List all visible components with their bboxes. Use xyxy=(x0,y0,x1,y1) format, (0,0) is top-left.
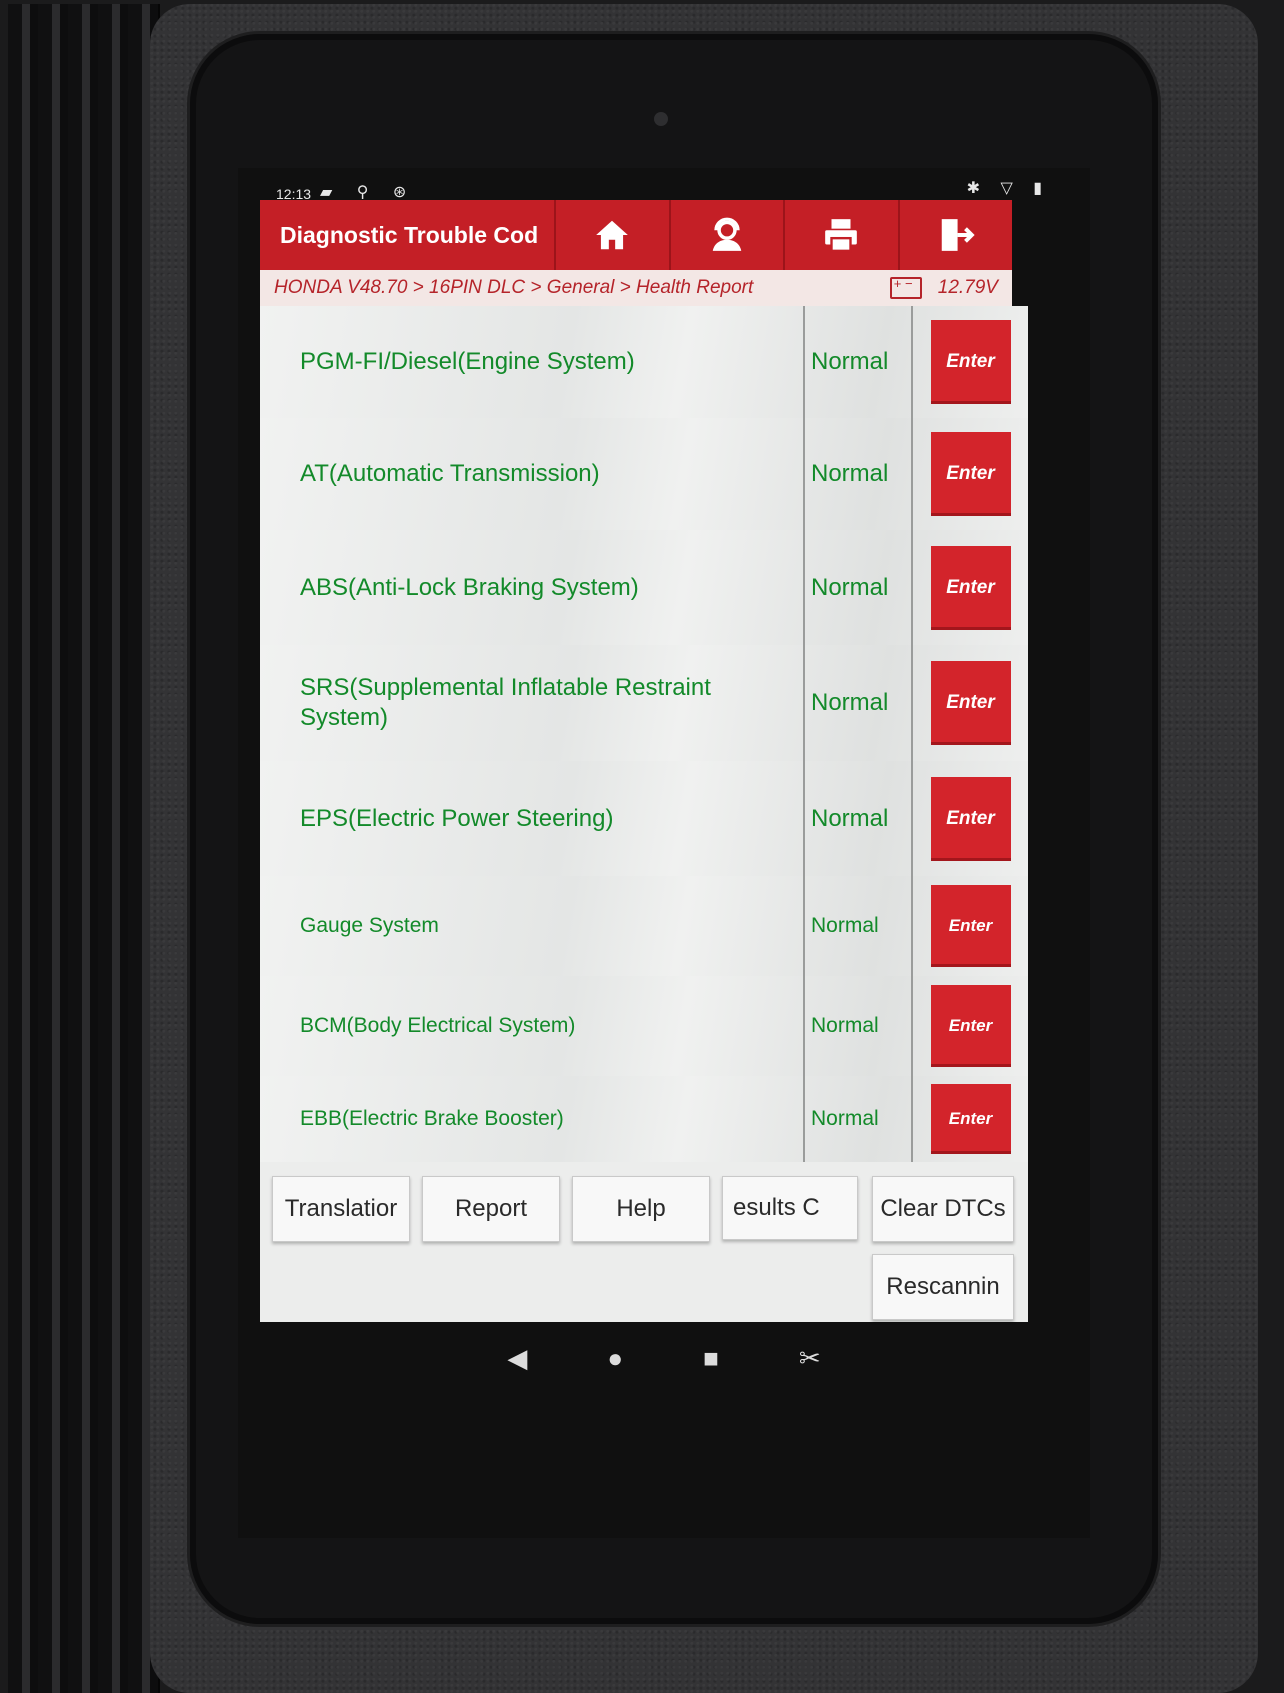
page-title: Diagnostic Trouble Cod xyxy=(280,221,539,248)
home-icon xyxy=(596,220,629,250)
system-status: Normal xyxy=(805,530,913,645)
system-name: Gauge System xyxy=(260,876,805,976)
system-status: Normal xyxy=(805,418,913,530)
system-status: Normal xyxy=(805,306,913,418)
tablet-screen: 12:13 ▰ ⚲ ⊛ ✱ ▽ ▮ Diagnostic Trouble Cod… xyxy=(238,168,1090,1538)
title-bar: Diagnostic Trouble Cod xyxy=(260,200,1012,270)
rescanning-button[interactable]: Rescannin xyxy=(872,1254,1014,1320)
enter-button[interactable]: Enter xyxy=(930,885,1011,967)
system-row: ABS(Anti-Lock Braking System) Normal Ent… xyxy=(260,530,1028,647)
results-button[interactable]: esults C xyxy=(722,1176,858,1240)
system-name: BCM(Body Electrical System) xyxy=(260,976,805,1076)
support-agent-icon xyxy=(712,217,741,251)
battery-voltage: 12.79V xyxy=(937,277,998,298)
enter-button[interactable]: Enter xyxy=(930,1083,1011,1155)
system-row: AT(Automatic Transmission) Normal Enter xyxy=(260,418,1028,532)
enter-button[interactable]: Enter xyxy=(930,661,1011,745)
notification-icons: ▰ ⚲ ⊛ xyxy=(320,184,417,201)
system-row: EPS(Electric Power Steering) Normal Ente… xyxy=(260,761,1028,878)
enter-button[interactable]: Enter xyxy=(930,432,1011,516)
screenshot-icon[interactable]: ✂ xyxy=(799,1343,821,1374)
enter-button[interactable]: Enter xyxy=(930,776,1011,861)
system-row: PGM-FI/Diesel(Engine System) Normal Ente… xyxy=(260,306,1028,420)
home-nav-icon[interactable]: ● xyxy=(607,1343,623,1374)
system-row: BCM(Body Electrical System) Normal Enter xyxy=(260,976,1028,1078)
translation-button[interactable]: Translatior xyxy=(272,1176,410,1242)
print-icon xyxy=(825,219,858,253)
system-status: Normal xyxy=(805,876,913,976)
enter-button[interactable]: Enter xyxy=(930,985,1011,1067)
front-camera xyxy=(654,112,668,126)
system-name: EBB(Electric Brake Booster) xyxy=(260,1076,805,1162)
system-name: ABS(Anti-Lock Braking System) xyxy=(260,530,805,645)
exit-button[interactable] xyxy=(897,200,1013,270)
clear-dtcs-button[interactable]: Clear DTCs xyxy=(872,1176,1014,1242)
back-icon[interactable]: ◀ xyxy=(507,1343,527,1374)
enter-button[interactable]: Enter xyxy=(930,320,1011,404)
exit-icon xyxy=(941,219,975,251)
system-status: Normal xyxy=(805,976,913,1076)
breadcrumb: HONDA V48.70 > 16PIN DLC > General > Hea… xyxy=(274,277,754,298)
system-name: AT(Automatic Transmission) xyxy=(260,418,805,530)
system-icons: ✱ ▽ ▮ xyxy=(966,180,1050,197)
system-name: PGM-FI/Diesel(Engine System) xyxy=(260,306,805,418)
home-button[interactable] xyxy=(554,200,669,270)
battery-icon xyxy=(889,276,922,299)
breadcrumb-bar: HONDA V48.70 > 16PIN DLC > General > Hea… xyxy=(260,270,1012,306)
system-row: Gauge System Normal Enter xyxy=(260,876,1028,978)
android-nav-bar: ◀ ● ■ ✂ xyxy=(238,1328,1090,1388)
system-row: SRS(Supplemental Inflatable Restraint Sy… xyxy=(260,645,1028,763)
system-name: EPS(Electric Power Steering) xyxy=(260,761,805,876)
enter-button[interactable]: Enter xyxy=(930,545,1011,630)
system-name: SRS(Supplemental Inflatable Restraint Sy… xyxy=(260,645,805,761)
help-button[interactable]: Help xyxy=(572,1176,710,1242)
report-button[interactable]: Report xyxy=(422,1176,560,1242)
system-status: Normal xyxy=(805,645,913,761)
print-button[interactable] xyxy=(783,200,898,270)
system-list: PGM-FI/Diesel(Engine System) Normal Ente… xyxy=(260,306,1028,1162)
system-status: Normal xyxy=(805,1076,913,1162)
device-grip xyxy=(8,4,160,1693)
action-bar: Translatior Report Help esults C Clear D… xyxy=(260,1162,1028,1322)
system-status: Normal xyxy=(805,761,913,876)
system-row: EBB(Electric Brake Booster) Normal Enter xyxy=(260,1076,1028,1162)
recents-icon[interactable]: ■ xyxy=(703,1343,719,1374)
support-button[interactable] xyxy=(668,200,784,270)
